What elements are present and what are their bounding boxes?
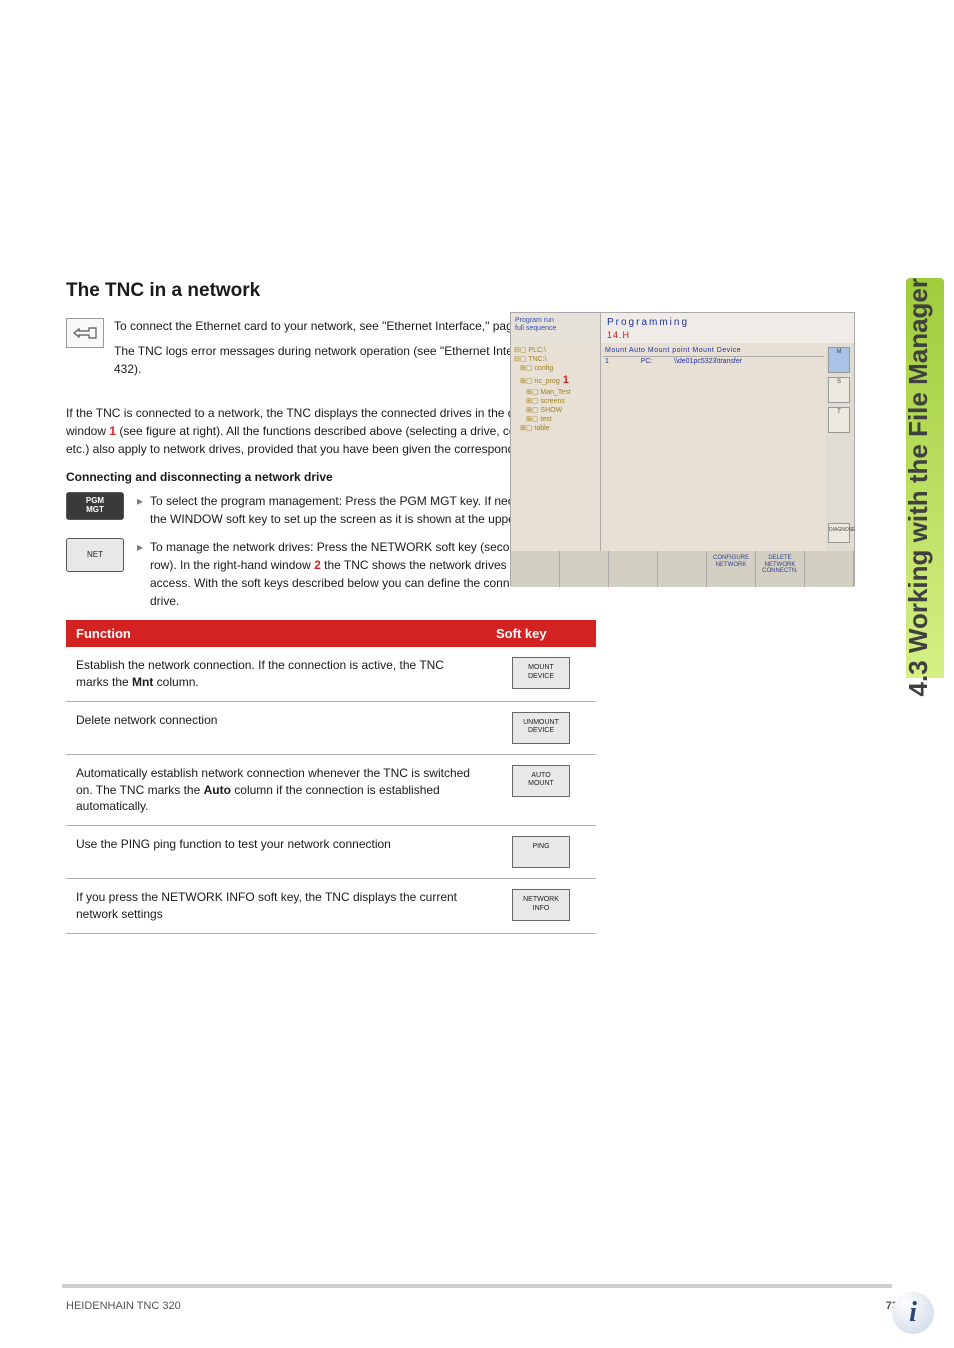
fn-cell: Use the PING ping function to test your … [66, 826, 486, 879]
step2-ref: 2 [314, 558, 321, 572]
softkey-button[interactable]: AUTO MOUNT [512, 765, 570, 797]
scr-side-btn-diagnose[interactable]: DIAGNOSE [828, 523, 850, 543]
tree-item[interactable]: ⊞▢ table [514, 424, 597, 433]
scr-mode-label: Program run full sequence [511, 313, 601, 343]
fn-cell: Delete network connection [66, 701, 486, 754]
scr-bottom-softkey[interactable]: DELETE NETWORK CONNECTN. [756, 551, 805, 587]
table-row: Delete network connection UNMOUNT DEVICE [66, 701, 596, 754]
fn-cell: If you press the NETWORK INFO soft key, … [66, 879, 486, 934]
sk-cell: MOUNT DEVICE [486, 647, 596, 701]
scr-side-btn-s[interactable]: S [828, 377, 850, 403]
softkey-button[interactable]: NETWORK INFO [512, 889, 570, 921]
scr-title: Programming 14.H [601, 313, 854, 343]
table-row: Automatically establish network connecti… [66, 754, 596, 825]
softkey-button[interactable]: PING [512, 836, 570, 868]
section-sidebar-title: 4.3 Working with the File Manager [903, 278, 934, 696]
table-row: Establish the network connection. If the… [66, 647, 596, 701]
table-row: If you press the NETWORK INFO soft key, … [66, 879, 596, 934]
sk-cell: NETWORK INFO [486, 879, 596, 934]
scr-side-toolbar: M S T DIAGNOSE [826, 343, 854, 551]
sk-cell: PING [486, 826, 596, 879]
tree-item[interactable]: ⊞▢ nc_prog1 [514, 373, 597, 387]
hand-note-icon [66, 318, 104, 348]
page-footer: HEIDENHAIN TNC 320 73 [66, 1300, 898, 1312]
embedded-screenshot: Program run full sequence Programming 14… [510, 312, 855, 586]
softkey-button[interactable]: UNMOUNT DEVICE [512, 712, 570, 744]
scr-bottom-softkey[interactable] [658, 551, 707, 587]
scr-softkey-row: CONFIGURE NETWORKDELETE NETWORK CONNECTN… [511, 551, 854, 587]
tree-item[interactable]: ⊞▢ SHOW [514, 406, 597, 415]
scr-bottom-softkey[interactable] [609, 551, 658, 587]
tree-item[interactable]: ⊟▢ PLC:\ [514, 346, 597, 355]
scr-row-no: 1 [605, 358, 619, 365]
scr-bottom-softkey[interactable] [560, 551, 609, 587]
scr-bottom-softkey[interactable]: CONFIGURE NETWORK [707, 551, 756, 587]
scr-main-row[interactable]: 1 PC: \\de01pc5323\transfer [603, 357, 824, 366]
col-softkey: Soft key [486, 620, 596, 647]
sk-cell: UNMOUNT DEVICE [486, 701, 596, 754]
softkey-table: Function Soft key Establish the network … [66, 620, 596, 934]
tree-item[interactable]: ⊞▢ test [514, 415, 597, 424]
scr-side-btn-t[interactable]: T [828, 407, 850, 433]
footer-left: HEIDENHAIN TNC 320 [66, 1300, 181, 1312]
scr-main-header: Mount Auto Mount point Mount Device [603, 345, 824, 357]
scr-bottom-softkey[interactable] [511, 551, 560, 587]
footer-divider [62, 1284, 892, 1288]
scr-main-panel: Mount Auto Mount point Mount Device 1 PC… [601, 343, 826, 551]
tree-item[interactable]: ⊞▢ Man_Test [514, 388, 597, 397]
scr-subtitle: 14.H [607, 330, 848, 340]
sk-cell: AUTO MOUNT [486, 754, 596, 825]
table-row: Use the PING ping function to test your … [66, 826, 596, 879]
tree-item[interactable]: ⊟▢ TNC:\ [514, 355, 597, 364]
softkey-button[interactable]: MOUNT DEVICE [512, 657, 570, 689]
scr-directory-tree[interactable]: ⊟▢ PLC:\⊟▢ TNC:\⊞▢ config⊞▢ nc_prog1⊞▢ M… [511, 343, 601, 551]
fn-cell: Establish the network connection. If the… [66, 647, 486, 701]
fn-cell: Automatically establish network connecti… [66, 754, 486, 825]
section-heading: The TNC in a network [66, 280, 596, 302]
scr-row-path: \\de01pc5323\transfer [674, 358, 742, 365]
net-key-button[interactable]: NET [66, 538, 124, 572]
pgm-mgt-key-button[interactable]: PGM MGT [66, 492, 124, 520]
scr-title-text: Programming [607, 317, 689, 328]
tree-item[interactable]: ⊞▢ config [514, 364, 597, 373]
col-function: Function [66, 620, 486, 647]
info-icon[interactable]: i [892, 1292, 934, 1334]
scr-row-pc: PC: [619, 358, 674, 365]
body-post: (see figure at right). All the functions… [66, 424, 572, 456]
tree-item[interactable]: ⊞▢ screens [514, 397, 597, 406]
scr-bottom-softkey[interactable] [805, 551, 854, 587]
scr-side-btn-m[interactable]: M [828, 347, 850, 373]
